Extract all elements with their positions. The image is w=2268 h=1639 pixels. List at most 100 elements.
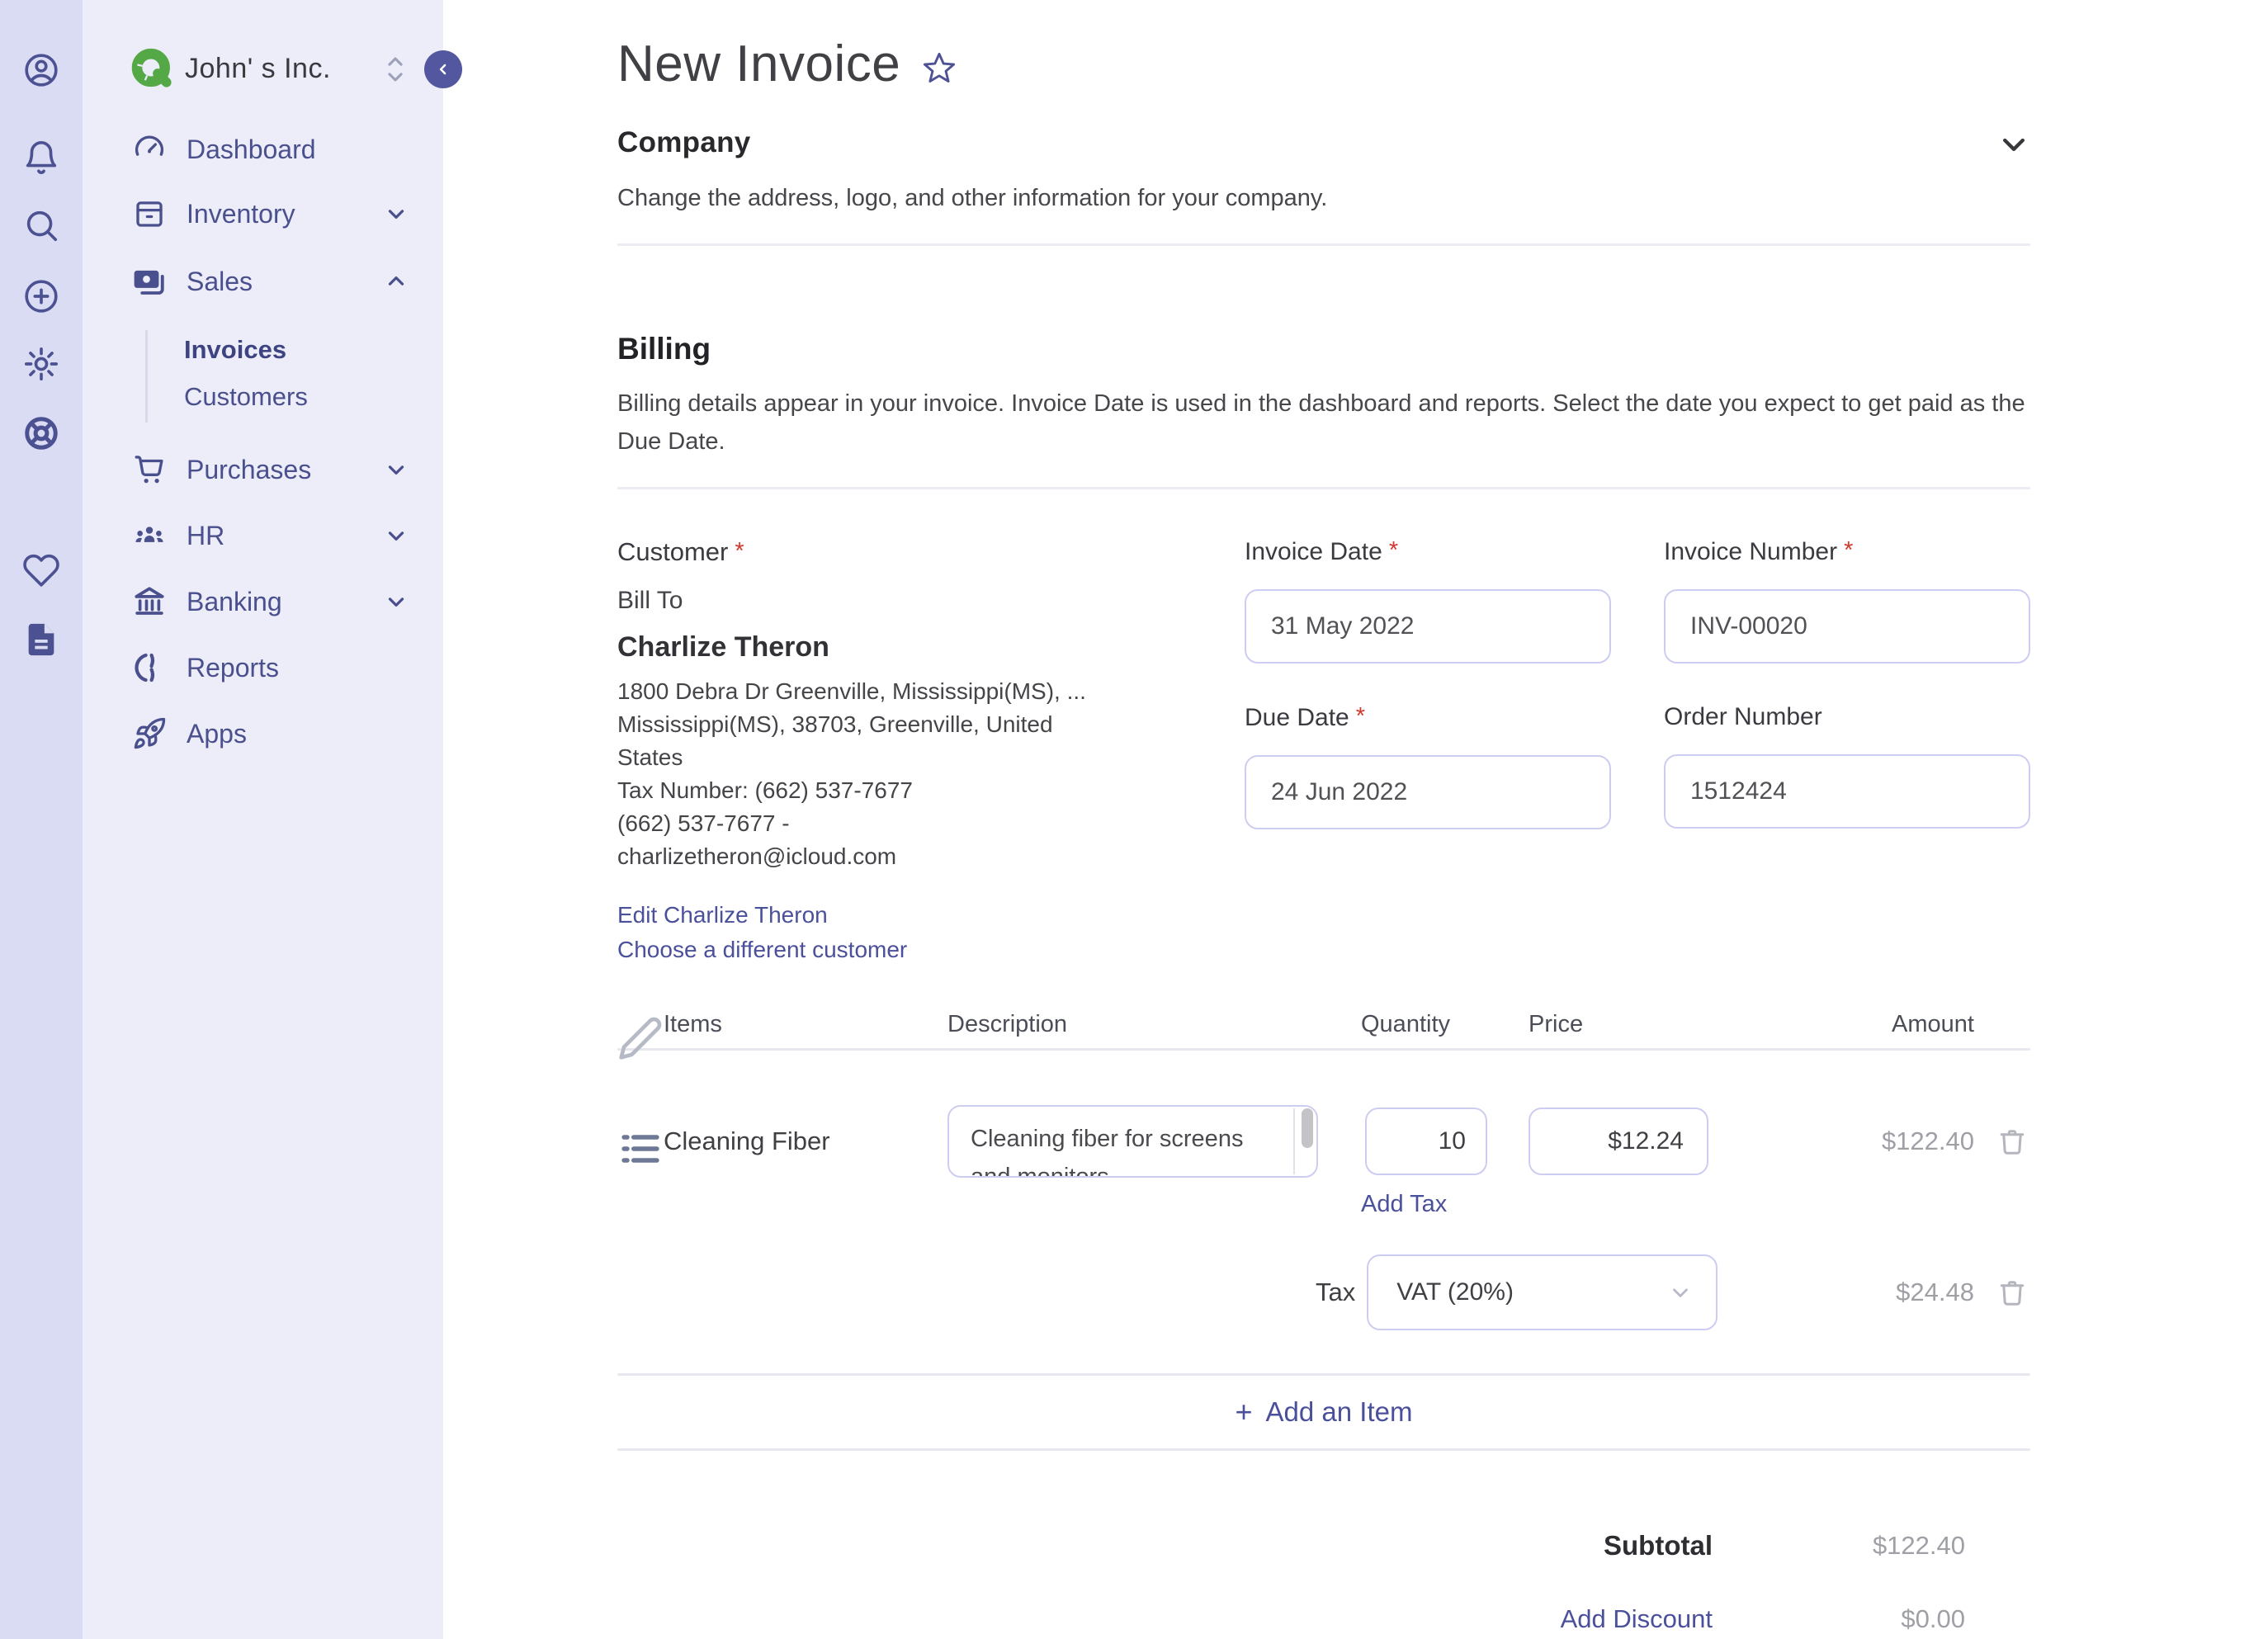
chevron-down-icon xyxy=(1668,1280,1693,1305)
sidebar-item-dashboard[interactable]: Dashboard xyxy=(83,117,443,182)
due-date-input[interactable] xyxy=(1245,755,1611,829)
invoice-date-field: Invoice Date xyxy=(1245,537,1611,664)
sidebar-item-banking[interactable]: Banking xyxy=(83,569,443,634)
sidebar-item-reports[interactable]: Reports xyxy=(83,635,443,700)
item-name[interactable]: Cleaning Fiber xyxy=(664,1127,947,1156)
tax-select[interactable]: VAT (20%) xyxy=(1367,1254,1718,1330)
item-list-drag-icon[interactable] xyxy=(617,1126,664,1172)
sidebar-item-label: Apps xyxy=(187,718,247,749)
sales-wallet-icon xyxy=(132,264,167,299)
invoice-number-input[interactable] xyxy=(1664,589,2030,664)
sidebar-subitem-invoices[interactable]: Invoices xyxy=(83,327,443,373)
help-lifebuoy-icon[interactable] xyxy=(22,414,60,452)
items-column-header: Items xyxy=(664,1010,722,1037)
documents-icon[interactable] xyxy=(22,621,60,659)
edit-customer-link[interactable]: Edit Charlize Theron xyxy=(617,898,828,933)
company-name[interactable]: John' s Inc. xyxy=(185,53,331,85)
sidebar-subitem-customers[interactable]: Customers xyxy=(83,374,443,420)
page-title: New Invoice xyxy=(617,35,901,92)
items-table-header: Items Description Quantity Price Amount xyxy=(617,1000,2030,1060)
company-collapse-chevron-icon[interactable] xyxy=(1997,128,2030,161)
sidebar-item-label: Banking xyxy=(187,586,282,616)
account-icon[interactable] xyxy=(22,51,60,89)
choose-customer-link[interactable]: Choose a different customer xyxy=(617,933,907,967)
sidebar-item-sales[interactable]: Sales xyxy=(83,249,443,314)
add-discount-link[interactable]: Add Discount xyxy=(1561,1604,1713,1634)
dashboard-gauge-icon xyxy=(132,132,167,167)
section-divider xyxy=(617,243,2030,246)
sidebar-item-inventory[interactable]: Inventory xyxy=(83,182,443,246)
textarea-scrollbar-thumb[interactable] xyxy=(1302,1108,1313,1148)
favorite-star-icon[interactable] xyxy=(920,50,958,87)
sidebar-item-hr[interactable]: HR xyxy=(83,503,443,568)
section-divider xyxy=(617,487,2030,489)
add-item-label: Add an Item xyxy=(1265,1396,1413,1427)
order-number-input[interactable] xyxy=(1664,754,2030,829)
settings-gear-icon[interactable] xyxy=(22,345,60,383)
amount-column-header: Amount xyxy=(1892,1010,1974,1037)
due-date-field: Due Date xyxy=(1245,703,1611,829)
delete-tax-trash-icon[interactable] xyxy=(1997,1278,2027,1307)
customer-address-line: 1800 Debra Dr Greenville, Mississippi(MS… xyxy=(617,678,1086,704)
bill-to-label: Bill To xyxy=(617,587,683,614)
sidebar-subitem-label: Customers xyxy=(184,382,308,411)
icon-rail xyxy=(0,0,83,1639)
chevron-down-icon xyxy=(384,457,409,482)
sidebar-item-apps[interactable]: Apps xyxy=(83,701,443,766)
price-column-header: Price xyxy=(1529,1010,1584,1037)
reports-pie-icon xyxy=(132,650,167,685)
chevron-down-icon xyxy=(384,589,409,614)
tax-amount: $24.48 xyxy=(1896,1278,1974,1306)
search-icon[interactable] xyxy=(22,206,60,244)
add-circle-icon[interactable] xyxy=(22,277,60,315)
inventory-box-icon xyxy=(132,196,167,231)
item-amount: $122.40 xyxy=(1881,1127,1974,1155)
add-item-button[interactable]: + Add an Item xyxy=(617,1376,2030,1448)
add-tax-link[interactable]: Add Tax xyxy=(1361,1191,1447,1218)
sidebar-item-label: Sales xyxy=(187,266,253,296)
delete-item-trash-icon[interactable] xyxy=(1997,1127,2027,1156)
subtotal-value: $122.40 xyxy=(1872,1531,1965,1560)
item-price-input[interactable] xyxy=(1529,1108,1708,1175)
sidebar-subitem-label: Invoices xyxy=(184,335,287,364)
apps-rocket-icon xyxy=(132,716,167,751)
due-date-label: Due Date xyxy=(1245,703,1611,732)
add-tax-row: Add Tax xyxy=(617,1191,2030,1218)
items-table: Items Description Quantity Price Amount … xyxy=(617,1000,2030,1451)
sidebar-item-purchases[interactable]: Purchases xyxy=(83,437,443,502)
customer-name: Charlize Theron xyxy=(617,631,829,663)
subtotal-label: Subtotal xyxy=(1604,1530,1713,1561)
billing-section-title: Billing xyxy=(617,332,711,366)
table-divider xyxy=(617,1448,2030,1451)
sidebar: John' s Inc. Dashboard Inventory Sales I… xyxy=(83,0,462,1639)
customer-phone: (662) 537-7677 - xyxy=(617,810,790,836)
sidebar-item-label: Dashboard xyxy=(187,134,316,164)
chevron-down-icon xyxy=(384,523,409,548)
invoice-date-input[interactable] xyxy=(1245,589,1611,664)
quantity-column-header: Quantity xyxy=(1361,1010,1450,1037)
notifications-bell-icon[interactable] xyxy=(22,139,60,177)
order-number-field: Order Number xyxy=(1664,703,2030,829)
invoice-fields: Invoice Date Invoice Number Due Date Ord… xyxy=(1245,537,2030,967)
customer-email: charlizetheron@icloud.com xyxy=(617,843,897,869)
main-content: New Invoice Company Change the address, … xyxy=(443,0,2268,1639)
invoice-number-field: Invoice Number xyxy=(1664,537,2030,664)
company-section-title: Company xyxy=(617,126,751,158)
item-quantity-input[interactable] xyxy=(1365,1108,1487,1175)
invoice-number-label: Invoice Number xyxy=(1664,537,2030,566)
tax-row: Tax VAT (20%) $24.48 xyxy=(617,1254,2030,1330)
sidebar-item-label: Reports xyxy=(187,652,280,683)
description-column-header: Description xyxy=(947,1010,1068,1037)
order-number-label: Order Number xyxy=(1664,703,1822,730)
totals-block: Subtotal $122.40 Add Discount $0.00 VAT … xyxy=(617,1530,2030,1639)
tax-label: Tax xyxy=(1316,1278,1356,1306)
company-switcher-icon[interactable] xyxy=(381,53,409,86)
sidebar-header: John' s Inc. xyxy=(83,40,462,102)
sidebar-collapse-button[interactable] xyxy=(424,50,462,88)
favorites-heart-icon[interactable] xyxy=(22,551,60,589)
sidebar-item-label: Purchases xyxy=(187,454,312,484)
company-logo[interactable] xyxy=(129,45,175,91)
customer-tax-number: Tax Number: (662) 537-7677 xyxy=(617,777,913,803)
item-description-textarea[interactable]: Cleaning fiber for screens and monitors xyxy=(947,1105,1318,1178)
sidebar-item-label: Inventory xyxy=(187,198,295,229)
